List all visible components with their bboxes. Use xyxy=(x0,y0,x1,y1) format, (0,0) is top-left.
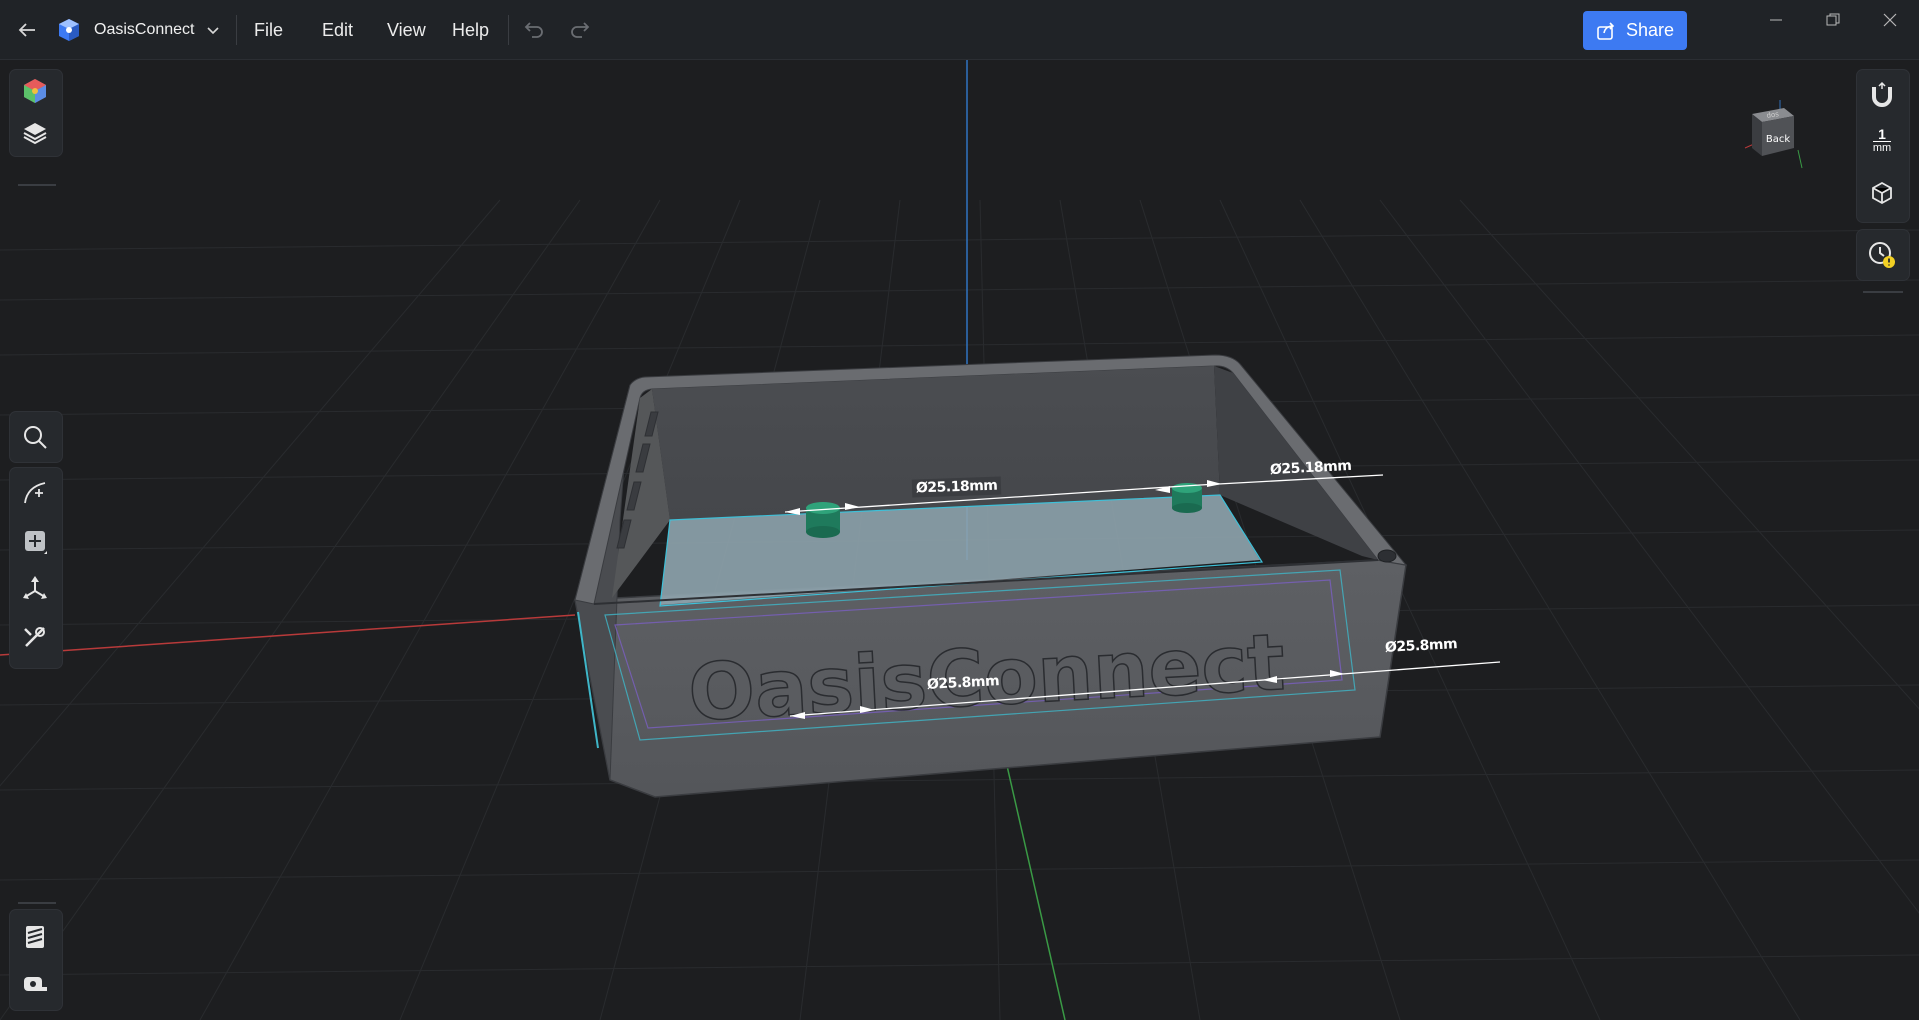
minimize-icon xyxy=(1770,19,1782,21)
enclosure-model[interactable]: OasisConnect xyxy=(574,354,1408,798)
layers-button[interactable] xyxy=(16,114,54,152)
menu-view[interactable]: View xyxy=(379,0,434,60)
minimize-button[interactable] xyxy=(1758,6,1794,34)
wireframe-cube-icon xyxy=(1872,181,1892,205)
redo-icon xyxy=(571,22,590,38)
sketch-button[interactable] xyxy=(16,474,54,512)
add-primitive-button[interactable] xyxy=(16,522,54,560)
grid-size-unit: mm xyxy=(1872,140,1892,154)
view-cube[interactable]: dos Back xyxy=(1740,100,1810,180)
appearance-button[interactable] xyxy=(16,72,54,110)
tools-button[interactable] xyxy=(16,618,54,656)
scene-canvas[interactable]: OasisConnect xyxy=(0,60,1919,1020)
restore-button[interactable] xyxy=(1815,6,1851,34)
divider xyxy=(18,184,56,186)
grid-size-button[interactable]: 1 mm xyxy=(1863,120,1901,160)
slicer-button[interactable] xyxy=(16,918,54,956)
chevron-down-icon xyxy=(206,27,219,35)
view-cube-graphic: dos Back xyxy=(1744,100,1803,169)
left-toolbar-tools xyxy=(10,468,62,668)
close-button[interactable] xyxy=(1872,6,1908,34)
snap-toggle[interactable] xyxy=(1863,76,1901,114)
search-panel xyxy=(10,412,62,462)
menu-edit[interactable]: Edit xyxy=(314,0,361,60)
restore-icon xyxy=(1826,13,1840,26)
layers-icon xyxy=(23,123,47,145)
slice-layers-icon xyxy=(26,926,44,948)
menu-file[interactable]: File xyxy=(246,0,291,60)
x-axis xyxy=(0,614,576,656)
y-axis xyxy=(999,734,1066,1020)
close-icon xyxy=(1883,13,1897,27)
clock-warning-icon xyxy=(1869,242,1895,268)
view-cube-face-label: Back xyxy=(1766,134,1790,145)
move-axes-icon xyxy=(23,576,47,599)
app-logo-icon xyxy=(59,19,79,41)
search-button[interactable] xyxy=(16,418,54,456)
add-box-icon xyxy=(25,531,47,554)
3d-viewport[interactable]: OasisConnect Ø25.18mm Ø25.18mm Ø25.8mm Ø… xyxy=(0,60,1919,1020)
view-mode-button[interactable] xyxy=(1863,174,1901,212)
standoff-right[interactable] xyxy=(1172,483,1202,513)
history-button[interactable] xyxy=(1863,236,1901,274)
project-selector[interactable]: OasisConnect xyxy=(94,0,223,60)
share-button[interactable]: Share xyxy=(1583,11,1687,50)
history-panel xyxy=(1857,230,1909,280)
redo-button[interactable] xyxy=(568,0,592,60)
color-cube-icon xyxy=(24,79,46,103)
transform-button[interactable] xyxy=(16,570,54,608)
divider xyxy=(1863,291,1903,293)
standoff-left[interactable] xyxy=(806,502,840,538)
right-toolbar: 1 mm xyxy=(1857,70,1909,222)
grid-size-value: 1 xyxy=(1878,125,1886,142)
wrench-icon xyxy=(24,627,45,647)
title-bar: OasisConnect File Edit View Help Share xyxy=(0,0,1919,60)
left-toolbar-top xyxy=(10,70,62,156)
dimension-label[interactable]: Ø25.18mm xyxy=(911,476,1002,498)
undo-icon xyxy=(524,22,543,38)
share-icon xyxy=(1597,21,1615,40)
back-button[interactable] xyxy=(16,0,38,60)
arrow-left-icon xyxy=(18,23,35,37)
share-label: Share xyxy=(1625,20,1675,40)
search-icon xyxy=(24,426,47,449)
project-name: OasisConnect xyxy=(94,21,195,38)
left-toolbar-bottom xyxy=(10,910,62,1010)
divider xyxy=(18,902,56,904)
tape-measure-icon xyxy=(24,977,47,991)
sketch-curve-icon xyxy=(24,482,46,504)
undo-button[interactable] xyxy=(522,0,546,60)
magnet-icon xyxy=(1872,81,1892,107)
measure-button[interactable] xyxy=(16,964,54,1002)
menu-help[interactable]: Help xyxy=(444,0,497,60)
app-logo xyxy=(58,0,80,60)
